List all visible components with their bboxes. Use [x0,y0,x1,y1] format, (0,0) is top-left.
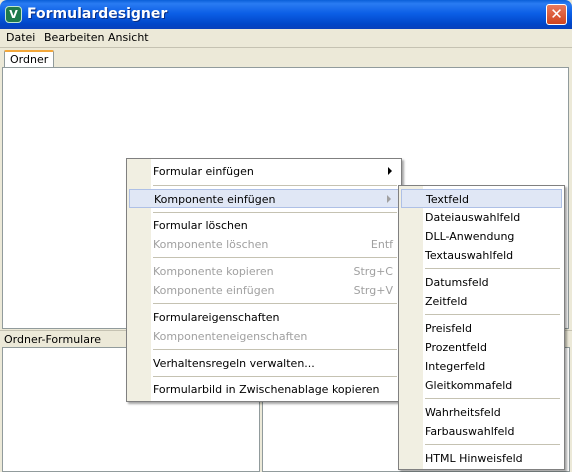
menu-item-komponente-loeschen[interactable]: Komponente löschen Entf [129,235,399,254]
menu-item-label: Formulareigenschaften [153,311,280,324]
submenu-item-label: Farbauswahlfeld [425,425,515,438]
menu-separator [425,268,560,269]
submenu-item-label: Gleitkommafeld [425,379,513,392]
menu-item-label: Formular löschen [153,219,248,232]
menu-separator [153,257,397,258]
submenu-item-textauswahlfeld[interactable]: Textauswahlfeld [401,246,562,265]
submenu-item-label: Integerfeld [425,360,486,373]
menu-item-formular-loeschen[interactable]: Formular löschen [129,216,399,235]
submenu-item-label: HTML Hinweisfeld [425,452,523,465]
submenu-item-wahrheitsfeld[interactable]: Wahrheitsfeld [401,403,562,422]
submenu-komponenten: Textfeld Dateiauswahlfeld DLL-Anwendung … [398,185,565,470]
menu-item-label: Formular einfügen [153,165,254,178]
submenu-item-datumsfeld[interactable]: Datumsfeld [401,273,562,292]
submenu-item-textfeld[interactable]: Textfeld [401,189,562,208]
menu-item-komponente-einfuegen[interactable]: Komponente einfügen [129,189,399,208]
submenu-item-label: Textfeld [426,193,469,206]
menu-ansicht[interactable]: Ansicht [108,31,149,44]
submenu-item-label: Datumsfeld [425,276,489,289]
menu-item-komponenteneigenschaften[interactable]: Komponenteneigenschaften [129,327,399,346]
menu-item-komponente-einfuegen-paste[interactable]: Komponente einfügen Strg+V [129,281,399,300]
submenu-item-label: Wahrheitsfeld [425,406,501,419]
menu-separator [425,314,560,315]
menu-item-verhaltensregeln[interactable]: Verhaltensregeln verwalten... [129,354,399,373]
menu-item-shortcut: Strg+C [353,265,393,278]
title-bar[interactable]: V Formulardesigner ✕ [0,0,572,30]
submenu-arrow-icon [387,195,391,203]
submenu-item-farbauswahlfeld[interactable]: Farbauswahlfeld [401,422,562,441]
submenu-item-label: Prozentfeld [425,341,487,354]
menu-bearbeiten[interactable]: Bearbeiten [44,31,104,44]
submenu-item-label: Dateiauswahlfeld [425,211,521,224]
menu-separator [153,212,397,213]
submenu-item-html-hinweisfeld[interactable]: HTML Hinweisfeld [401,449,562,468]
menu-separator [153,303,397,304]
menu-item-label: Verhaltensregeln verwalten... [153,357,315,370]
submenu-arrow-icon [388,167,392,175]
context-menu: Formular einfügen Komponente einfügen Fo… [126,158,402,402]
submenu-item-gleitkommafeld[interactable]: Gleitkommafeld [401,376,562,395]
submenu-item-dll-anwendung[interactable]: DLL-Anwendung [401,227,562,246]
menu-item-label: Komponente einfügen [154,193,276,206]
menu-separator [425,398,560,399]
close-button[interactable]: ✕ [546,4,567,25]
menu-item-shortcut: Strg+V [353,284,393,297]
menu-item-shortcut: Entf [370,238,393,251]
menu-item-label: Komponente löschen [153,238,269,251]
menu-item-label: Komponenteneigenschaften [153,330,308,343]
submenu-item-integerfeld[interactable]: Integerfeld [401,357,562,376]
submenu-item-dateiauswahlfeld[interactable]: Dateiauswahlfeld [401,208,562,227]
menu-item-formulareigenschaften[interactable]: Formulareigenschaften [129,308,399,327]
menu-bar: Datei Bearbeiten Ansicht [0,29,572,48]
menu-separator [153,185,397,186]
app-icon: V [5,6,22,23]
forms-header-label: Ordner-Formulare [4,333,102,346]
submenu-item-zeitfeld[interactable]: Zeitfeld [401,292,562,311]
menu-item-formular-einfuegen[interactable]: Formular einfügen [129,162,399,181]
menu-separator [153,349,397,350]
menu-item-label: Komponente kopieren [153,265,274,278]
menu-datei[interactable]: Datei [6,31,35,44]
submenu-item-prozentfeld[interactable]: Prozentfeld [401,338,562,357]
menu-item-formularbild-kopieren[interactable]: Formularbild in Zwischenablage kopieren [129,380,399,399]
submenu-item-label: Textauswahlfeld [425,249,514,262]
menu-item-label: Formularbild in Zwischenablage kopieren [153,383,380,396]
submenu-item-preisfeld[interactable]: Preisfeld [401,319,562,338]
submenu-item-label: DLL-Anwendung [425,230,515,243]
menu-separator [153,376,397,377]
submenu-item-label: Zeitfeld [425,295,468,308]
menu-item-komponente-kopieren[interactable]: Komponente kopieren Strg+C [129,262,399,281]
menu-item-label: Komponente einfügen [153,284,275,297]
menu-separator [425,444,560,445]
window-title: Formulardesigner [27,6,168,22]
submenu-item-label: Preisfeld [425,322,472,335]
